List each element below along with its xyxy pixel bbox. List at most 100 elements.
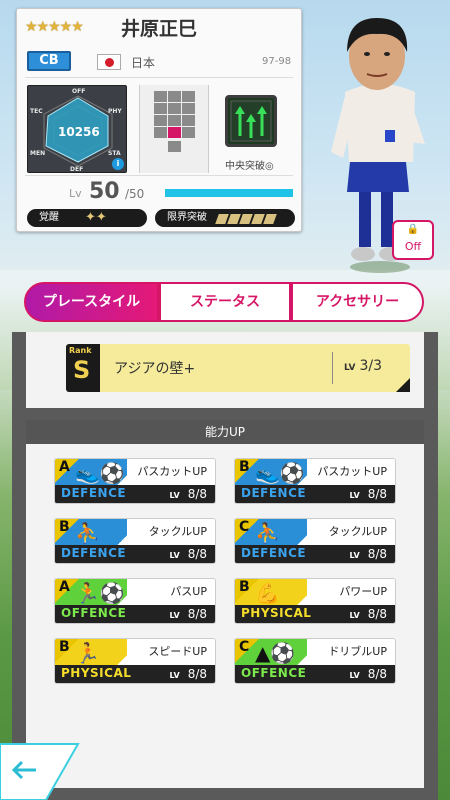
radar-label-tec: TEC xyxy=(30,108,43,115)
rank-value: S xyxy=(73,356,91,384)
ability-category: DEFENCE xyxy=(61,546,127,560)
tactic-label: 中央突破◎ xyxy=(225,161,274,172)
limit-break-bars xyxy=(215,213,277,231)
ability-name: スピードUP xyxy=(148,645,207,658)
ability-card[interactable]: B 🏃 スピードUP PHYSICAL LV 8/8 xyxy=(54,638,216,684)
selected-position-cell xyxy=(168,127,181,138)
ability-card[interactable]: B 💪 パワーUP PHYSICAL LV 8/8 xyxy=(234,578,396,624)
ability-grade: A xyxy=(59,579,70,595)
position-badge: CB xyxy=(27,51,71,71)
divider xyxy=(25,77,293,78)
tab-status[interactable]: ステータス xyxy=(159,282,291,322)
ability-grade: B xyxy=(59,519,70,535)
tab-accessory[interactable]: アクセサリー xyxy=(291,282,424,322)
ability-level: LV 8/8 xyxy=(170,487,208,501)
ability-grade: B xyxy=(59,639,70,655)
avatar-toggle-label: Off xyxy=(404,240,422,253)
skill-level-max: /3 xyxy=(368,358,383,374)
ability-category: PHYSICAL xyxy=(241,606,312,620)
lock-icon: 🔒 xyxy=(406,224,420,235)
avatar-toggle-button[interactable]: 🔒 Off xyxy=(392,220,434,260)
ability-category: OFFENCE xyxy=(61,606,127,620)
ability-level-label: LV xyxy=(349,551,360,560)
skill-level: LV 3/3 xyxy=(344,358,382,374)
back-button[interactable] xyxy=(0,740,80,800)
ability-grade: B xyxy=(239,459,250,475)
ability-category: OFFENCE xyxy=(241,666,307,680)
ability-level: LV 8/8 xyxy=(170,667,208,681)
corner-decoration xyxy=(396,378,410,392)
player-card: ★★★★★ 井原正巳 CB 日本 97-98 OFF TEC PHY MEN S… xyxy=(16,8,302,232)
ability-level-value: 8/8 xyxy=(367,607,387,621)
player-name: 井原正巳 xyxy=(121,18,198,40)
ability-grade: A xyxy=(59,459,70,475)
ability-name: パスカットUP xyxy=(137,465,207,478)
divider xyxy=(332,352,333,384)
tab-playstyle[interactable]: プレースタイル xyxy=(24,282,159,322)
ability-level-value: 8/8 xyxy=(187,607,207,621)
level-progress-fill xyxy=(165,189,293,197)
awakening-status: 覚醒 ✦✦ xyxy=(27,209,147,227)
ability-name: パスUP xyxy=(170,585,207,598)
ability-name: ドリブルUP xyxy=(328,645,387,658)
radar-label-def: DEF xyxy=(70,166,84,173)
ability-grade: C xyxy=(239,519,250,535)
awakening-label: 覚醒 xyxy=(39,212,59,223)
ability-level-label: LV xyxy=(169,491,180,500)
ability-level: LV 8/8 xyxy=(170,547,208,561)
ability-level-value: 8/8 xyxy=(367,487,387,501)
radar-label-men: MEN xyxy=(30,150,46,157)
ability-category: DEFENCE xyxy=(241,546,307,560)
ability-level-label: LV xyxy=(169,671,180,680)
ability-card[interactable]: B ⛹ タックルUP DEFENCE LV 8/8 xyxy=(54,518,216,564)
limit-break-status: 限界突破 xyxy=(155,209,295,227)
level-value: 50 xyxy=(89,179,120,204)
ability-level-value: 8/8 xyxy=(367,667,387,681)
tactic-icon xyxy=(225,95,277,147)
level-max: /50 xyxy=(125,187,145,201)
ability-name: パスカットUP xyxy=(317,465,387,478)
ability-level-label: LV xyxy=(169,611,180,620)
level-label: Lv xyxy=(69,187,82,200)
position-map xyxy=(139,85,209,173)
limit-break-bar xyxy=(263,214,277,224)
radar-label-phy: PHY xyxy=(108,108,122,115)
ability-level-label: LV xyxy=(349,671,360,680)
ability-level-value: 8/8 xyxy=(187,667,207,681)
awakening-sparkle-icon: ✦✦ xyxy=(85,210,107,225)
season-label: 97-98 xyxy=(262,56,292,67)
skill-name: アジアの壁+ xyxy=(114,361,196,377)
skill-section: Rank S アジアの壁+ LV 3/3 xyxy=(26,332,424,408)
skill-card[interactable]: Rank S アジアの壁+ LV 3/3 xyxy=(66,344,410,392)
ability-grade: B xyxy=(239,579,250,595)
ability-card[interactable]: C ⛹ タックルUP DEFENCE LV 8/8 xyxy=(234,518,396,564)
rarity-stars: ★★★★★ xyxy=(25,19,84,35)
ability-name: パワーUP xyxy=(339,585,387,598)
soccer-boot-icon: 👟⚽ xyxy=(255,461,305,485)
position-grid xyxy=(154,91,196,165)
ability-level: LV 8/8 xyxy=(170,607,208,621)
ability-grade: C xyxy=(239,639,250,655)
ability-card[interactable]: C ▲⚽ ドリブルUP OFFENCE LV 8/8 xyxy=(234,638,396,684)
radar-label-sta: STA xyxy=(108,150,121,157)
rank-label: Rank xyxy=(69,346,92,355)
ability-level: LV 8/8 xyxy=(350,667,388,681)
playstyle-panel: Rank S アジアの壁+ LV 3/3 能力UP A 👟⚽ パスカットUP DE… xyxy=(12,332,438,800)
abilities-section: 能力UP A 👟⚽ パスカットUP DEFENCE LV 8/8 B 👟⚽ パスカ… xyxy=(26,420,424,788)
soccer-boot-icon: 👟⚽ xyxy=(75,461,125,485)
tab-bar: プレースタイル ステータス アクセサリー xyxy=(24,282,424,322)
skill-level-label: LV xyxy=(344,363,356,373)
japan-flag-icon xyxy=(97,54,121,70)
info-icon[interactable]: i xyxy=(112,158,124,170)
muscle-icon: 💪 xyxy=(255,581,280,605)
ability-card[interactable]: A 🏃⚽ パスUP OFFENCE LV 8/8 xyxy=(54,578,216,624)
dribble-icon: ▲⚽ xyxy=(255,641,296,665)
divider xyxy=(25,175,293,176)
abilities-header: 能力UP xyxy=(26,420,424,444)
ability-name: タックルUP xyxy=(328,525,387,538)
ability-card[interactable]: B 👟⚽ パスカットUP DEFENCE LV 8/8 xyxy=(234,458,396,504)
ability-level: LV 8/8 xyxy=(350,547,388,561)
radar-label-off: OFF xyxy=(72,88,86,95)
ability-card[interactable]: A 👟⚽ パスカットUP DEFENCE LV 8/8 xyxy=(54,458,216,504)
overall-rating: 10256 xyxy=(58,125,100,139)
